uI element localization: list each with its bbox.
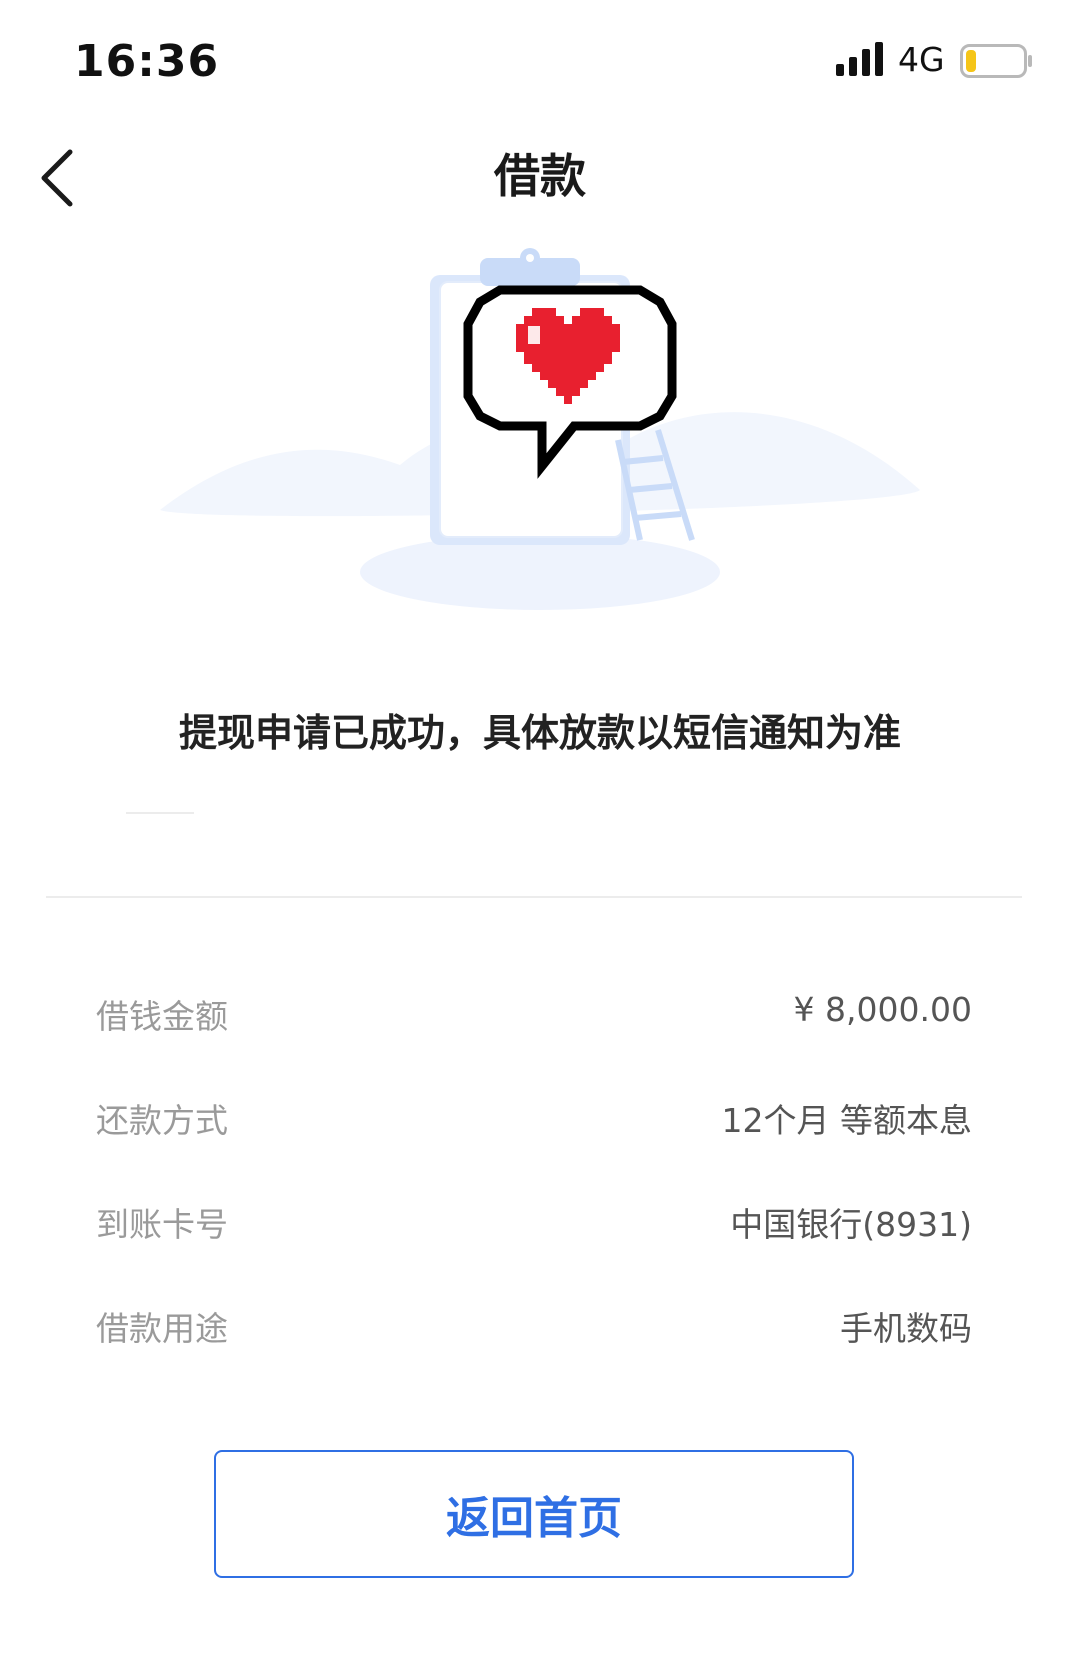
detail-row-repayment: 还款方式 12个月 等额本息: [96, 1094, 972, 1198]
ground-ellipse: [360, 534, 720, 610]
success-illustration: [160, 248, 920, 610]
loan-details: 借钱金额 ¥ 8,000.00 还款方式 12个月 等额本息 到账卡号 中国银行…: [96, 990, 972, 1406]
detail-value: ¥ 8,000.00: [793, 990, 972, 1029]
detail-row-amount: 借钱金额 ¥ 8,000.00: [96, 990, 972, 1094]
detail-row-card: 到账卡号 中国银行(8931): [96, 1198, 972, 1302]
nav-bar: 借款: [0, 110, 1080, 230]
battery-icon: [960, 44, 1032, 78]
network-type-label: 4G: [898, 40, 945, 79]
divider: [46, 896, 1022, 898]
success-message: 提现申请已成功，具体放款以短信通知为准: [178, 711, 901, 755]
detail-label: 借款用途: [96, 1309, 228, 1348]
detail-label: 还款方式: [96, 1101, 228, 1140]
detail-value: 手机数码: [840, 1309, 972, 1348]
page-title: 借款: [494, 149, 586, 203]
decorative-line: [126, 812, 194, 814]
detail-row-purpose: 借款用途 手机数码: [96, 1302, 972, 1406]
detail-label: 借钱金额: [96, 997, 228, 1036]
detail-value: 中国银行(8931): [730, 1205, 972, 1244]
status-bar: 16:36 4G: [0, 0, 1080, 110]
status-time: 16:36: [74, 36, 220, 87]
detail-value: 12个月 等额本息: [721, 1101, 972, 1140]
signal-strength-icon: [836, 42, 883, 76]
return-home-button[interactable]: 返回首页: [214, 1450, 854, 1578]
detail-label: 到账卡号: [96, 1205, 228, 1244]
